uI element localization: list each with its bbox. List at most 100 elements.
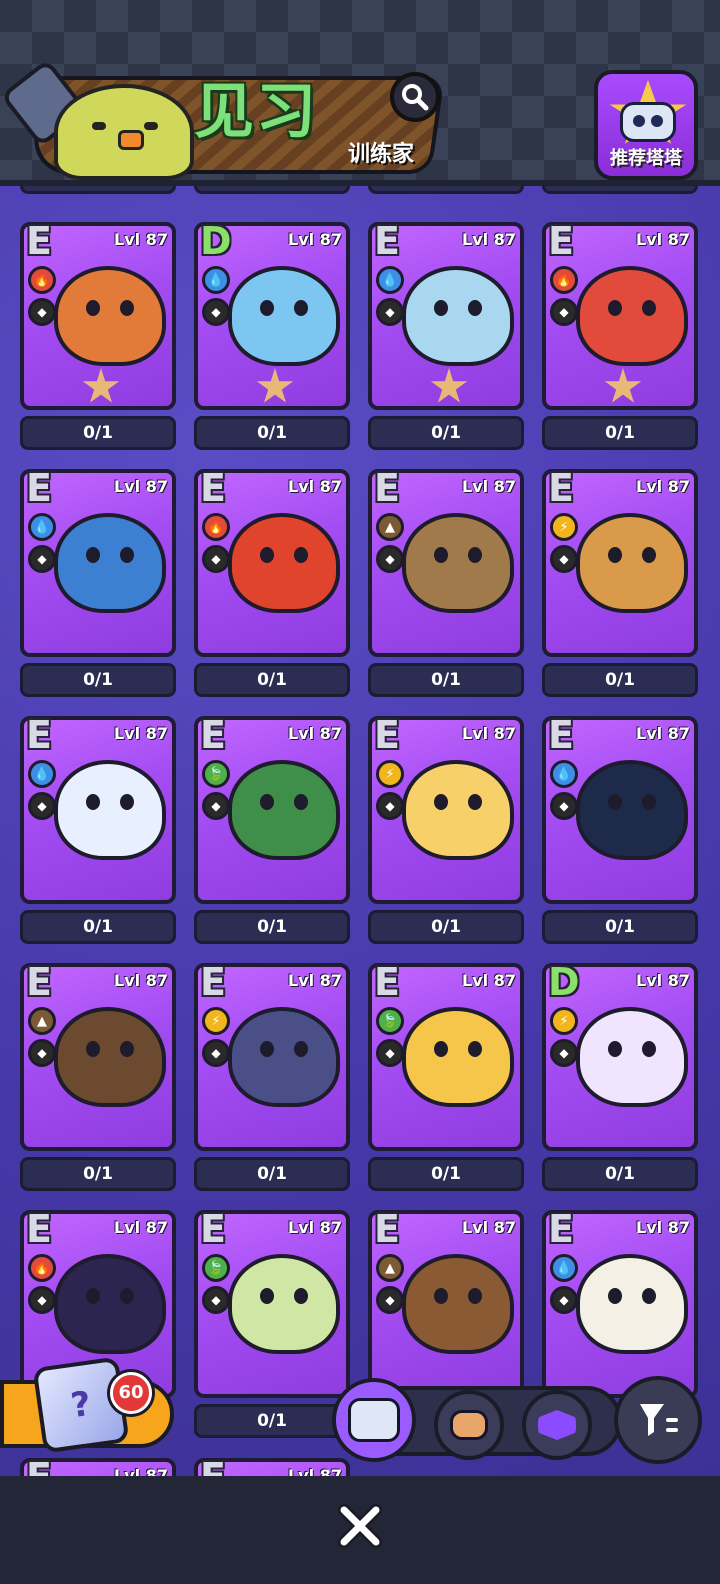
- crystal-cat-tab-icon: [538, 1410, 576, 1440]
- tower-card[interactable]: E Lvl 87 ⚡ ◆: [368, 716, 524, 904]
- collection-count: 0/1: [542, 1157, 698, 1191]
- top-header: 见习 训练家 推荐塔塔: [0, 0, 720, 186]
- rank-letter: E: [26, 219, 52, 263]
- rank-letter: E: [26, 466, 52, 510]
- level-label: Lvl 87: [636, 477, 690, 496]
- role-icon: ◆: [202, 1286, 230, 1314]
- tab-crystal-cat[interactable]: [522, 1390, 592, 1460]
- search-button[interactable]: [390, 72, 440, 122]
- recommend-button[interactable]: 推荐塔塔: [594, 70, 698, 180]
- rank-letter: E: [26, 713, 52, 757]
- level-label: Lvl 87: [462, 230, 516, 249]
- role-icon: ◆: [28, 1286, 56, 1314]
- level-label: Lvl 87: [636, 230, 690, 249]
- rank-title: 见习: [194, 77, 318, 147]
- collection-count: 0/1: [20, 416, 176, 450]
- earth-element-icon: ▲: [376, 513, 404, 541]
- grass-element-icon: 🍃: [202, 760, 230, 788]
- collection-count: 0/1: [20, 663, 176, 697]
- earth-element-icon: ▲: [28, 1007, 56, 1035]
- role-icon: ◆: [202, 792, 230, 820]
- tab-bread-cat[interactable]: [434, 1390, 504, 1460]
- level-label: Lvl 87: [288, 477, 342, 496]
- tower-card[interactable]: E Lvl 87 🍃 ◆: [194, 716, 350, 904]
- tower-card[interactable]: E Lvl 87 ▲ ◆: [368, 469, 524, 657]
- creature-portrait: [402, 760, 514, 860]
- collection-count: 0/1: [368, 663, 524, 697]
- robot-icon: [620, 102, 676, 142]
- tab-robot[interactable]: [332, 1378, 416, 1462]
- rank-letter: E: [200, 466, 226, 510]
- role-icon: ◆: [376, 298, 404, 326]
- tower-card[interactable]: E Lvl 87 💧 ◆: [542, 1210, 698, 1398]
- rank-letter: E: [26, 1207, 52, 1251]
- role-icon: ◆: [550, 298, 578, 326]
- collection-count: 0/1: [542, 663, 698, 697]
- creature-portrait: [54, 1007, 166, 1107]
- collection-count: 0/1: [542, 910, 698, 944]
- tower-card[interactable]: E Lvl 87 🔥 ◆: [194, 469, 350, 657]
- rank-letter: E: [548, 219, 574, 263]
- level-label: Lvl 87: [288, 1466, 342, 1476]
- rank-letter: E: [200, 1458, 226, 1476]
- collection-count: 0/1: [194, 416, 350, 450]
- rank-letter: E: [548, 466, 574, 510]
- tower-card[interactable]: E Lvl 87 ▲ ◆: [368, 1210, 524, 1398]
- avatar-eye: [144, 122, 158, 130]
- search-icon: [402, 84, 429, 111]
- rank-letter: E: [374, 219, 400, 263]
- water-element-icon: 💧: [376, 266, 404, 294]
- collection-count: 0/1: [368, 1157, 524, 1191]
- star-icon: [430, 368, 468, 403]
- creature-portrait: [402, 1254, 514, 1354]
- tower-card[interactable]: E Lvl 87 💧 ◆: [20, 716, 176, 904]
- tower-card[interactable]: Lvl 87 E: [20, 1458, 176, 1476]
- tower-card[interactable]: E Lvl 87 ▲ ◆: [20, 963, 176, 1151]
- bottom-bar: [0, 1476, 720, 1584]
- tower-card[interactable]: E Lvl 87 💧 ◆: [368, 222, 524, 410]
- tower-card[interactable]: Lvl 87 E: [194, 1458, 350, 1476]
- creature-portrait: [402, 513, 514, 613]
- creature-portrait: [402, 1007, 514, 1107]
- rank-letter: E: [26, 1458, 52, 1476]
- close-button[interactable]: [334, 1500, 386, 1552]
- tower-card[interactable]: E Lvl 87 🍃 ◆: [194, 1210, 350, 1398]
- tower-card[interactable]: E Lvl 87 💧 ◆: [20, 469, 176, 657]
- role-icon: ◆: [376, 1039, 404, 1067]
- tower-card[interactable]: E Lvl 87 🔥 ◆: [542, 222, 698, 410]
- collection-grid[interactable]: E Lvl 87 🔥 ◆ 0/1 D Lvl 87 💧 ◆ 0/1 E Lvl 87 💧 ◆ 0/1 E Lvl…: [0, 186, 720, 1476]
- level-label: Lvl 87: [114, 1218, 168, 1237]
- collection-count: 0/1: [542, 416, 698, 450]
- tower-card[interactable]: E Lvl 87 🔥 ◆: [20, 222, 176, 410]
- avatar-beak: [118, 130, 144, 150]
- water-element-icon: 💧: [550, 760, 578, 788]
- grass-element-icon: 🍃: [202, 1254, 230, 1282]
- fire-element-icon: 🔥: [28, 266, 56, 294]
- bread-cat-tab-icon: [450, 1410, 488, 1440]
- level-label: Lvl 87: [462, 724, 516, 743]
- star-icon: [604, 368, 642, 403]
- role-icon: ◆: [202, 298, 230, 326]
- level-label: Lvl 87: [288, 971, 342, 990]
- count-bar: [20, 186, 176, 194]
- tower-card[interactable]: E Lvl 87 💧 ◆: [542, 716, 698, 904]
- tower-card[interactable]: E Lvl 87 ⚡ ◆: [542, 469, 698, 657]
- role-icon: ◆: [28, 545, 56, 573]
- fire-element-icon: 🔥: [202, 513, 230, 541]
- tower-card[interactable]: D Lvl 87 💧 ◆: [194, 222, 350, 410]
- level-label: Lvl 87: [636, 724, 690, 743]
- creature-portrait: [576, 1254, 688, 1354]
- creature-portrait: [576, 266, 688, 366]
- creature-portrait: [228, 513, 340, 613]
- level-label: Lvl 87: [114, 477, 168, 496]
- tower-card[interactable]: E Lvl 87 ⚡ ◆: [194, 963, 350, 1151]
- role-icon: ◆: [202, 1039, 230, 1067]
- rank-letter: E: [548, 1207, 574, 1251]
- tower-card[interactable]: E Lvl 87 🍃 ◆: [368, 963, 524, 1151]
- level-label: Lvl 87: [114, 1466, 168, 1476]
- tower-card[interactable]: D Lvl 87 ⚡ ◆: [542, 963, 698, 1151]
- trainer-banner[interactable]: 见习 训练家: [0, 58, 445, 182]
- filter-button[interactable]: [614, 1376, 702, 1464]
- creature-portrait: [54, 1254, 166, 1354]
- rank-letter: E: [374, 1207, 400, 1251]
